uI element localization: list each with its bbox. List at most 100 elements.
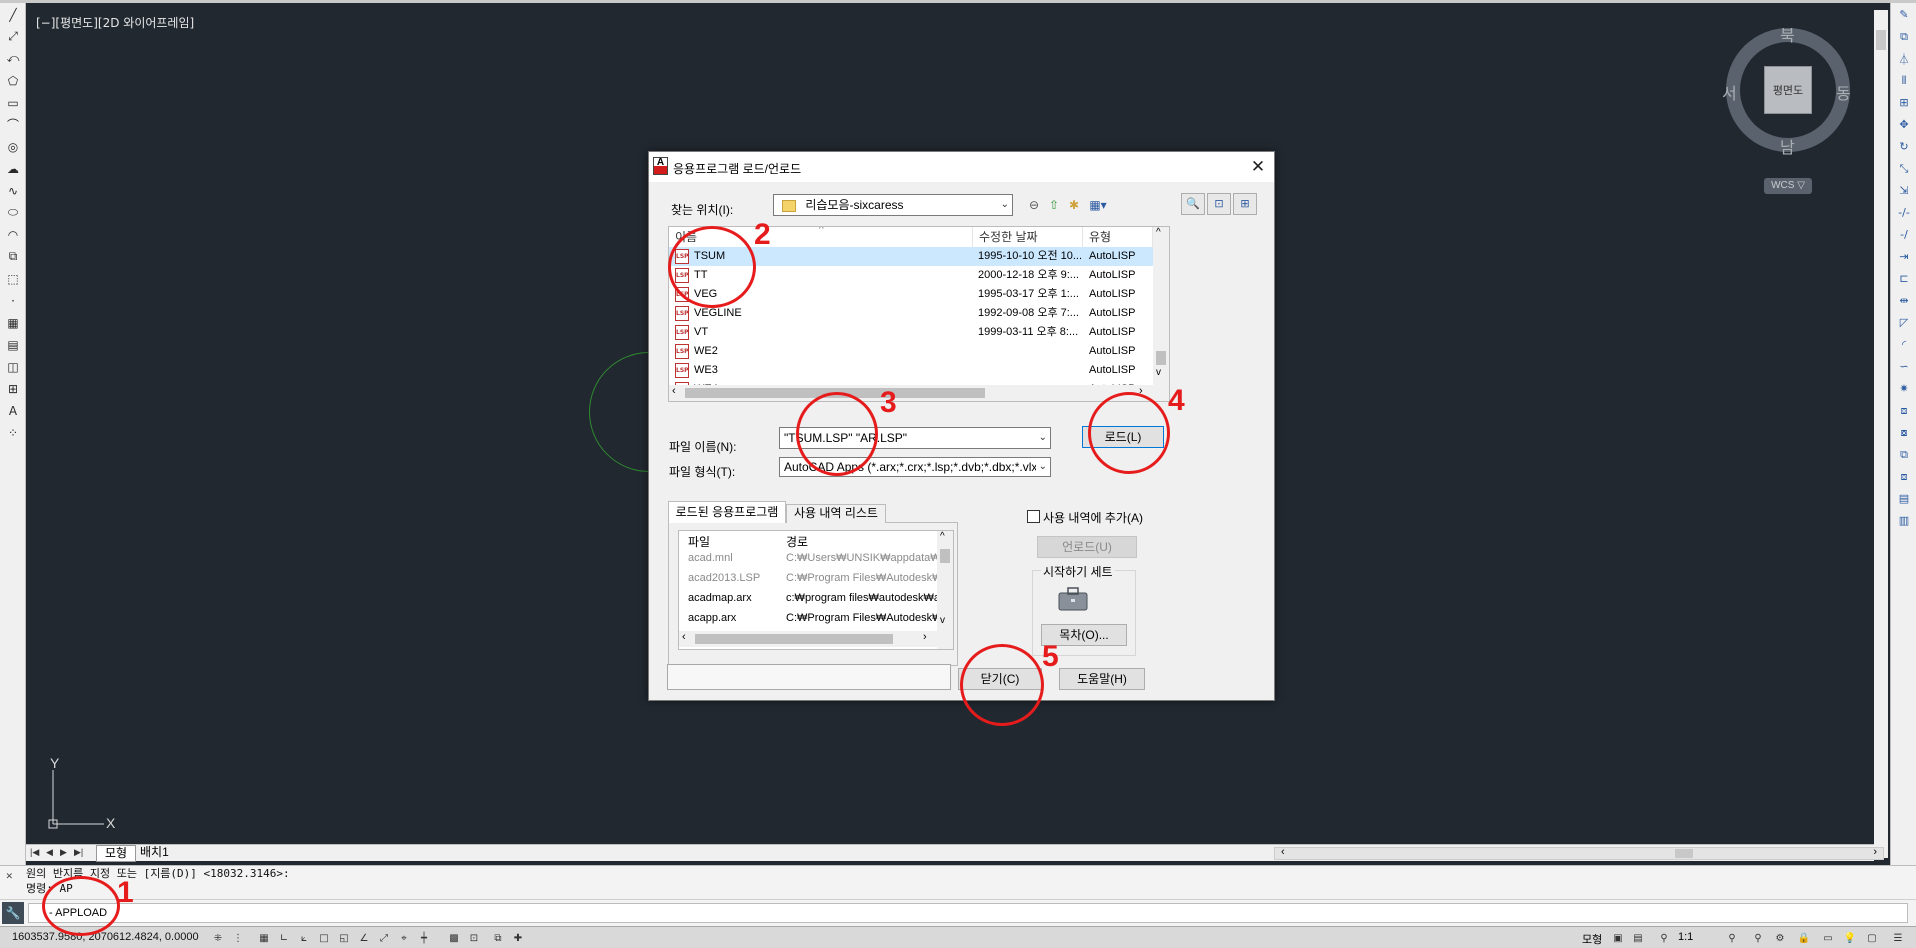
scale-icon[interactable]: ⤡ bbox=[1893, 158, 1915, 179]
bring-text-front-icon[interactable]: ▤ bbox=[1893, 488, 1915, 509]
file-row[interactable]: LSP WE2 AutoLISP bbox=[669, 342, 1153, 361]
break-at-point-icon[interactable]: ⇥ bbox=[1893, 246, 1915, 267]
vertical-scrollbar[interactable] bbox=[1874, 10, 1888, 858]
find-icon[interactable]: 🔍 bbox=[1181, 193, 1205, 215]
compass-north[interactable]: 북 bbox=[1780, 22, 1795, 46]
auto-scale-icon[interactable]: ⚲ bbox=[1750, 930, 1766, 946]
last-tab-icon[interactable]: ▶| bbox=[74, 847, 83, 858]
add-to-history-checkbox[interactable] bbox=[1027, 510, 1040, 523]
viewcube-face[interactable]: 평면도 bbox=[1764, 66, 1812, 114]
lineweight-icon[interactable]: ┿ bbox=[416, 930, 432, 946]
dynamic-ucs-icon[interactable]: ⤢ bbox=[376, 930, 392, 946]
scroll-right-icon[interactable]: › bbox=[1873, 846, 1877, 858]
point-icon[interactable]: · bbox=[2, 290, 24, 311]
loaded-app-row[interactable]: acad.mnl C:₩Users₩UNSIK₩appdata₩roaming bbox=[679, 549, 937, 568]
coordinates-readout[interactable]: 1603537.9580, 2070612.4824, 0.0000 bbox=[12, 931, 199, 943]
draworder-above-icon[interactable]: ⧉ bbox=[1893, 444, 1915, 465]
mirror-icon[interactable]: ⏃ bbox=[1893, 48, 1915, 69]
views-menu-icon[interactable]: ▦▾ bbox=[1085, 196, 1111, 214]
command-input[interactable]: - APPLOAD bbox=[28, 903, 1908, 923]
object-snap-tracking-icon[interactable]: ∠ bbox=[356, 930, 372, 946]
osnap-icon[interactable]: □ bbox=[316, 930, 332, 946]
hardware-acceleration-icon[interactable]: ▭ bbox=[1820, 930, 1836, 946]
arc-icon[interactable]: ⌒ bbox=[2, 114, 24, 135]
customize-wrench-icon[interactable]: 🔧 bbox=[2, 902, 24, 924]
transparency-icon[interactable]: ▩ bbox=[446, 930, 462, 946]
scroll-right-icon[interactable]: › bbox=[923, 631, 927, 643]
first-tab-icon[interactable]: |◀ bbox=[30, 847, 39, 858]
array-icon[interactable]: ⊞ bbox=[1893, 92, 1915, 113]
join-icon[interactable]: ⇹ bbox=[1893, 290, 1915, 311]
workspace-gear-icon[interactable]: ⚙ bbox=[1772, 930, 1788, 946]
tab-loaded-applications[interactable]: 로드된 응용프로그램 bbox=[668, 501, 786, 523]
compass-east[interactable]: 동 bbox=[1836, 80, 1851, 104]
revision-cloud-icon[interactable]: ☁ bbox=[2, 158, 24, 179]
multiline-text-icon[interactable]: A bbox=[2, 400, 24, 421]
break-icon[interactable]: ⊏ bbox=[1893, 268, 1915, 289]
dynamic-input-icon[interactable]: ⌖ bbox=[396, 930, 412, 946]
region-icon[interactable]: ◫ bbox=[2, 356, 24, 377]
3d-osnap-icon[interactable]: ◱ bbox=[336, 930, 352, 946]
stretch-icon[interactable]: ⇲ bbox=[1893, 180, 1915, 201]
scroll-up-icon[interactable]: ^ bbox=[1156, 227, 1161, 238]
quick-view-drawings-icon[interactable]: ▤ bbox=[1630, 930, 1646, 946]
annotation-scale-icon[interactable]: ⚲ bbox=[1656, 930, 1672, 946]
file-list-hscroll[interactable]: ‹ › bbox=[669, 385, 1153, 401]
loaded-list-vscroll[interactable]: ^ v bbox=[937, 531, 953, 649]
compass-south[interactable]: 남 bbox=[1780, 134, 1795, 158]
trim-icon[interactable]: -/- bbox=[1893, 202, 1915, 223]
dialog-titlebar[interactable]: A 응용프로그램 로드/언로드 ✕ bbox=[649, 152, 1274, 182]
rotate-icon[interactable]: ↻ bbox=[1893, 136, 1915, 157]
chamfer-icon[interactable]: ◸ bbox=[1893, 312, 1915, 333]
draworder-front-icon[interactable]: ⧈ bbox=[1893, 400, 1915, 421]
loaded-app-row[interactable]: acadmap.arx c:₩program files₩autodesk₩aut… bbox=[679, 589, 937, 608]
grid-snap-icon[interactable]: ⁜ bbox=[210, 930, 226, 946]
loaded-app-row[interactable]: acapp.arx C:₩Program Files₩Autodesk₩AutoC… bbox=[679, 609, 937, 628]
quick-properties-icon[interactable]: ⊡ bbox=[466, 930, 482, 946]
construction-line-icon[interactable]: ⤢ bbox=[2, 26, 24, 47]
command-close-icon[interactable]: ✕ bbox=[6, 868, 13, 883]
spline-icon[interactable]: ∿ bbox=[2, 180, 24, 201]
help-button[interactable]: 도움말(H) bbox=[1059, 668, 1145, 690]
next-tab-icon[interactable]: ▶ bbox=[60, 847, 67, 858]
back-icon[interactable]: ⊖ bbox=[1025, 196, 1043, 214]
offset-icon[interactable]: ⫴ bbox=[1893, 70, 1915, 91]
quick-view-layouts-icon[interactable]: ▣ bbox=[1610, 930, 1626, 946]
scroll-left-icon[interactable]: ‹ bbox=[672, 385, 676, 397]
wcs-menu[interactable]: WCS ▽ bbox=[1764, 178, 1812, 194]
isolate-objects-icon[interactable]: 💡 bbox=[1842, 930, 1858, 946]
dialog-close-button[interactable]: ✕ bbox=[1247, 156, 1269, 178]
loaded-column-file[interactable]: 파일 bbox=[688, 533, 710, 550]
status-menu-icon[interactable]: ☰ bbox=[1890, 930, 1906, 946]
look-in-dropdown[interactable]: 리습모음-sixcaress ⌄ bbox=[773, 194, 1013, 216]
file-row[interactable]: LSP WE3 AutoLISP bbox=[669, 361, 1153, 380]
unload-button[interactable]: 언로드(U) bbox=[1037, 536, 1137, 558]
infer-constraints-icon[interactable]: ⋮ bbox=[230, 930, 246, 946]
loaded-apps-list[interactable]: 파일 경로 acad.mnl C:₩Users₩UNSIK₩appdata₩roa… bbox=[678, 530, 954, 650]
extend-icon[interactable]: -/ bbox=[1893, 224, 1915, 245]
ellipse-arc-icon[interactable]: ◠ bbox=[2, 224, 24, 245]
line-tool-icon[interactable]: ╱ bbox=[2, 4, 24, 25]
clean-screen-icon[interactable]: ▢ bbox=[1864, 930, 1880, 946]
annotation-scale-value[interactable]: 1:1 bbox=[1678, 931, 1693, 943]
insert-block-icon[interactable]: ⧉ bbox=[2, 246, 24, 267]
explode-icon[interactable]: ✷ bbox=[1893, 378, 1915, 399]
compass-west[interactable]: 서 bbox=[1722, 80, 1737, 104]
grid-display-icon[interactable]: ▦ bbox=[256, 930, 272, 946]
scroll-down-icon[interactable]: v bbox=[940, 615, 945, 626]
loaded-list-hscroll[interactable]: ‹ › bbox=[679, 631, 937, 647]
file-row[interactable]: LSP VT 1999-03-11 오후 8:... AutoLISP bbox=[669, 323, 1153, 342]
draworder-under-icon[interactable]: ⧈ bbox=[1893, 466, 1915, 487]
copy-icon[interactable]: ⧉ bbox=[1893, 26, 1915, 47]
browse-web-icon[interactable]: ⊡ bbox=[1207, 193, 1231, 215]
fillet-icon[interactable]: ◜ bbox=[1893, 334, 1915, 355]
column-header-date[interactable]: 수정한 날짜 bbox=[973, 227, 1083, 247]
prev-tab-icon[interactable]: ◀ bbox=[46, 847, 53, 858]
gradient-icon[interactable]: ▤ bbox=[2, 334, 24, 355]
make-block-icon[interactable]: ⬚ bbox=[2, 268, 24, 289]
annotation-visibility-icon[interactable]: ⚲ bbox=[1724, 930, 1740, 946]
add-selected-icon[interactable]: ⁘ bbox=[2, 422, 24, 443]
viewcube[interactable]: 평면도 북 남 서 동 bbox=[1722, 26, 1851, 157]
tab-layout1[interactable]: 배치1 bbox=[132, 845, 177, 862]
tab-model[interactable]: 모형 bbox=[96, 845, 137, 862]
